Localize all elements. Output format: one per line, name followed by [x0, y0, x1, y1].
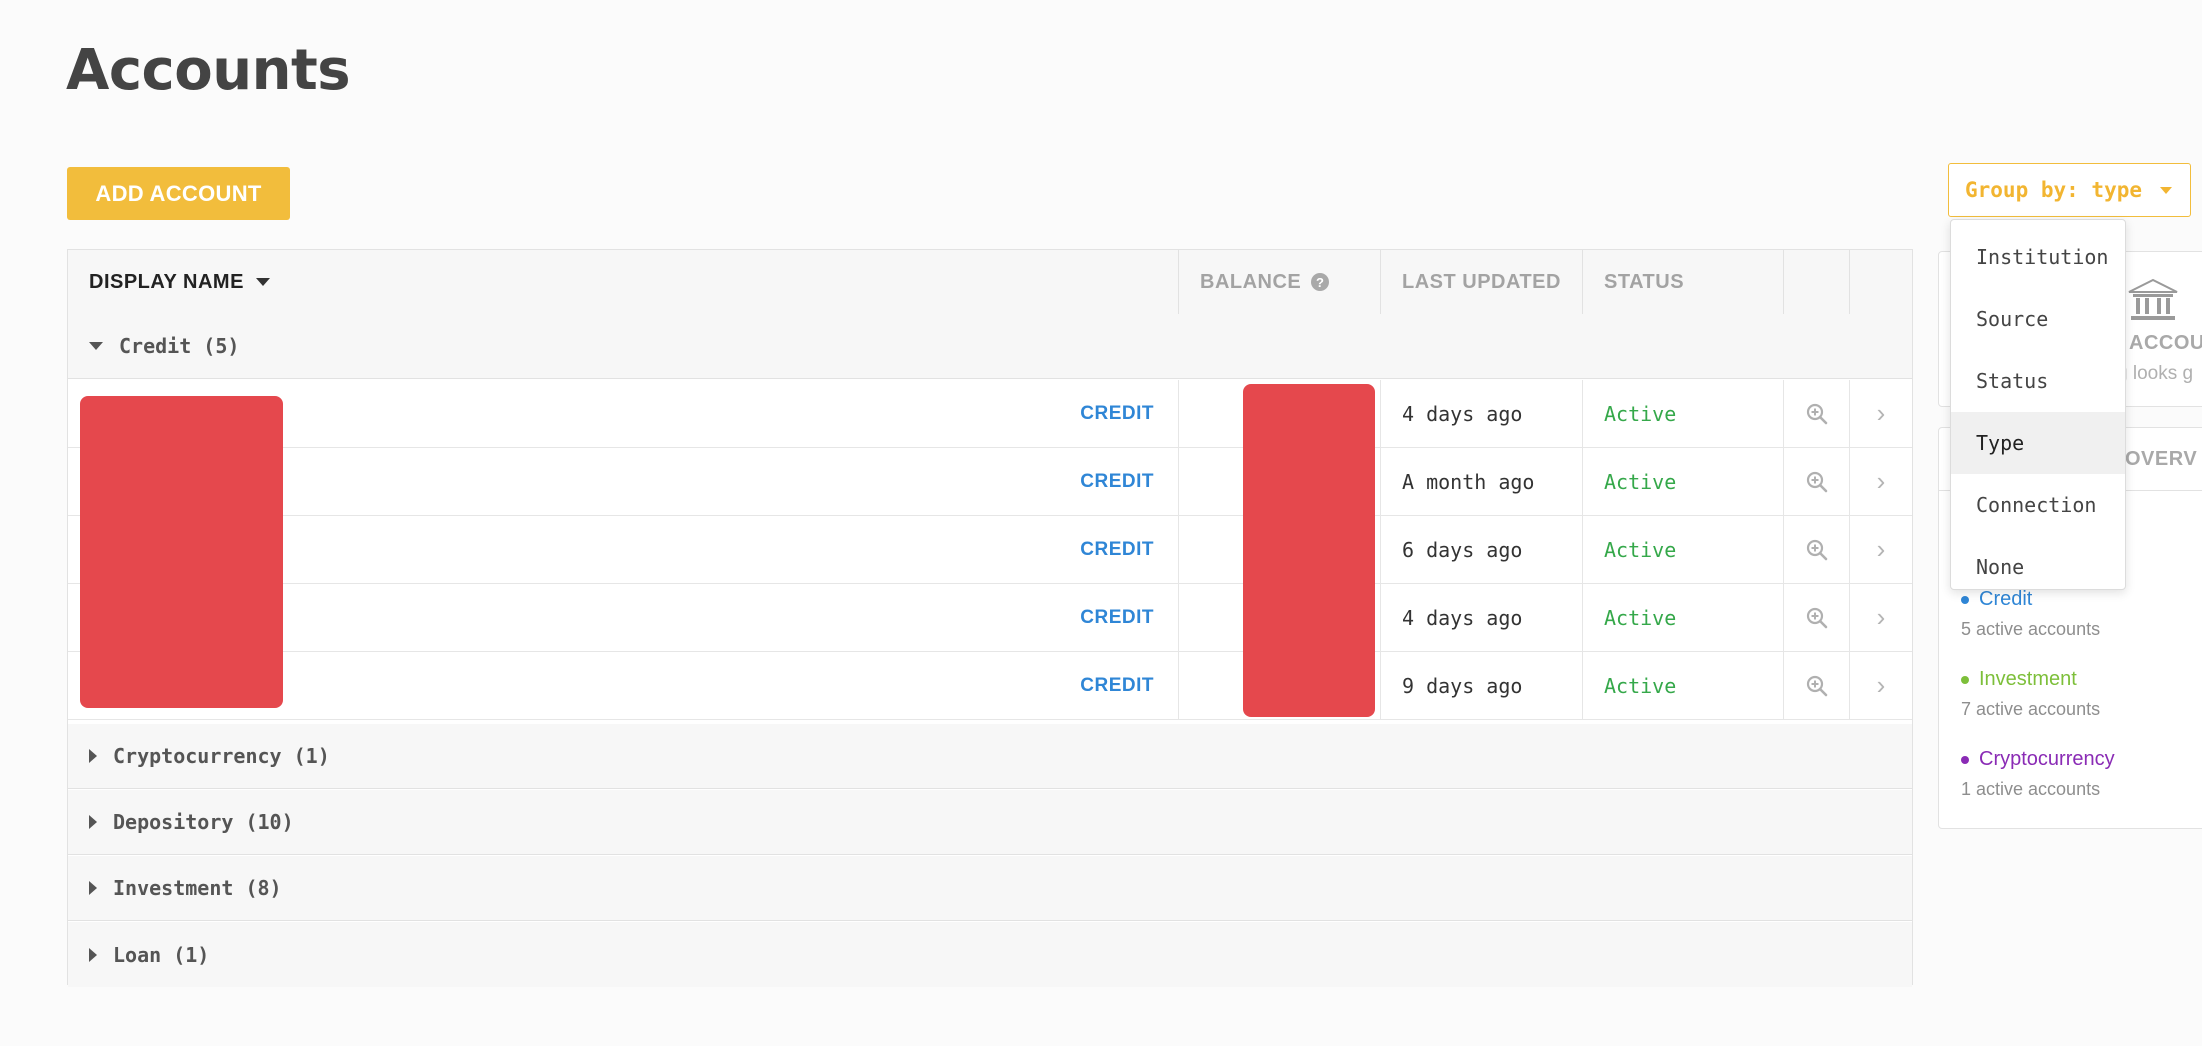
menu-item-status[interactable]: Status — [1951, 350, 2125, 412]
zoom-in-icon[interactable] — [1783, 380, 1849, 447]
account-type-tag: CREDIT — [1080, 538, 1154, 560]
column-actions — [1783, 250, 1849, 314]
group-row-credit[interactable]: Credit (5) — [68, 314, 1912, 379]
redacted-account-names — [80, 396, 283, 708]
bank-icon — [2128, 278, 2178, 320]
chevron-right-icon[interactable]: › — [1849, 380, 1912, 447]
column-display-name-label: DISPLAY NAME — [89, 270, 244, 293]
group-label: Investment (8) — [113, 876, 282, 900]
dot-icon — [1961, 755, 1969, 764]
account-type-tag: CREDIT — [1080, 470, 1154, 492]
group-row-loan[interactable]: Loan (1) — [68, 922, 1912, 987]
table-row[interactable]: CREDIT 4 days ago Active › — [68, 380, 1912, 448]
legend-count: 1 active accounts — [1961, 779, 2101, 799]
redacted-balances — [1243, 384, 1375, 717]
legend-item-cryptocurrency[interactable]: Cryptocurrency 1 active accounts — [1961, 748, 2115, 800]
collapsed-caret-icon — [89, 947, 97, 962]
table-row[interactable]: CREDIT 9 days ago Active › — [68, 652, 1912, 720]
legend-count: 5 active accounts — [1961, 619, 2101, 639]
group-row-depository[interactable]: Depository (10) — [68, 790, 1912, 855]
group-row-cryptocurrency[interactable]: Cryptocurrency (1) — [68, 724, 1912, 789]
expanded-caret-icon — [89, 342, 103, 350]
group-by-label: Group by: type — [1965, 178, 2143, 202]
status-cell: Active — [1582, 584, 1783, 651]
menu-item-type[interactable]: Type — [1951, 412, 2125, 474]
group-row-investment[interactable]: Investment (8) — [68, 856, 1912, 921]
last-updated-cell: 4 days ago — [1380, 584, 1582, 651]
group-by-menu: Institution Source Status Type Connectio… — [1950, 219, 2126, 590]
column-last-updated: LAST UPDATED — [1380, 250, 1582, 314]
last-updated-cell: 9 days ago — [1380, 652, 1582, 719]
help-icon[interactable]: ? — [1311, 273, 1330, 291]
table-row[interactable]: CREDIT 6 days ago Active › — [68, 516, 1912, 584]
menu-item-source[interactable]: Source — [1951, 288, 2125, 350]
menu-item-connection[interactable]: Connection — [1951, 474, 2125, 536]
panel1-title: ACCOU — [2129, 332, 2202, 354]
panel1-subtitle: g looks g — [2117, 363, 2194, 384]
zoom-in-icon[interactable] — [1783, 448, 1849, 515]
legend-name: Investment — [1979, 668, 2077, 690]
group-label: Credit (5) — [119, 334, 240, 358]
table-row[interactable]: CREDIT 4 days ago Active › — [68, 584, 1912, 652]
last-updated-cell: 4 days ago — [1380, 380, 1582, 447]
group-label: Cryptocurrency (1) — [113, 744, 330, 768]
legend-name: Cryptocurrency — [1979, 748, 2115, 770]
status-cell: Active — [1582, 380, 1783, 447]
group-label: Depository (10) — [113, 810, 294, 834]
accounts-table: DISPLAY NAME BALANCE ? LAST UPDATED STAT… — [67, 249, 1913, 987]
column-display-name[interactable]: DISPLAY NAME — [68, 250, 1178, 314]
zoom-in-icon[interactable] — [1783, 652, 1849, 719]
menu-item-institution[interactable]: Institution — [1951, 226, 2125, 288]
status-cell: Active — [1582, 516, 1783, 583]
menu-item-none[interactable]: None — [1951, 536, 2125, 598]
chevron-right-icon[interactable]: › — [1849, 448, 1912, 515]
status-cell: Active — [1582, 652, 1783, 719]
collapsed-caret-icon — [89, 749, 97, 763]
zoom-in-icon[interactable] — [1783, 584, 1849, 651]
collapsed-caret-icon — [89, 881, 97, 895]
chevron-right-icon[interactable]: › — [1849, 516, 1912, 583]
account-type-tag: CREDIT — [1080, 606, 1154, 628]
legend-item-investment[interactable]: Investment 7 active accounts — [1961, 668, 2100, 720]
chevron-right-icon[interactable]: › — [1849, 652, 1912, 719]
column-balance-label: BALANCE — [1200, 270, 1302, 293]
table-header: DISPLAY NAME BALANCE ? LAST UPDATED STAT… — [68, 250, 1912, 315]
add-account-button[interactable]: ADD ACCOUNT — [67, 167, 290, 220]
last-updated-cell: 6 days ago — [1380, 516, 1582, 583]
status-cell: Active — [1582, 448, 1783, 515]
chevron-down-icon — [2160, 186, 2173, 194]
collapsed-caret-icon — [89, 815, 97, 829]
account-type-tag: CREDIT — [1080, 674, 1154, 696]
page-title: Accounts — [66, 38, 351, 103]
column-open — [1849, 250, 1912, 314]
column-status: STATUS — [1582, 250, 1783, 314]
legend-count: 7 active accounts — [1961, 699, 2101, 719]
zoom-in-icon[interactable] — [1783, 516, 1849, 583]
chevron-right-icon[interactable]: › — [1849, 584, 1912, 651]
table-row[interactable]: CREDIT A month ago Active › — [68, 448, 1912, 516]
tab-overview[interactable]: OVERV — [2125, 448, 2197, 471]
dot-icon — [1961, 675, 1969, 684]
group-by-dropdown[interactable]: Group by: type — [1948, 163, 2191, 217]
group-label: Loan (1) — [113, 942, 210, 967]
account-type-tag: CREDIT — [1080, 402, 1154, 424]
sort-caret-icon — [255, 278, 270, 286]
last-updated-cell: A month ago — [1380, 448, 1582, 515]
column-balance: BALANCE ? — [1178, 250, 1380, 314]
